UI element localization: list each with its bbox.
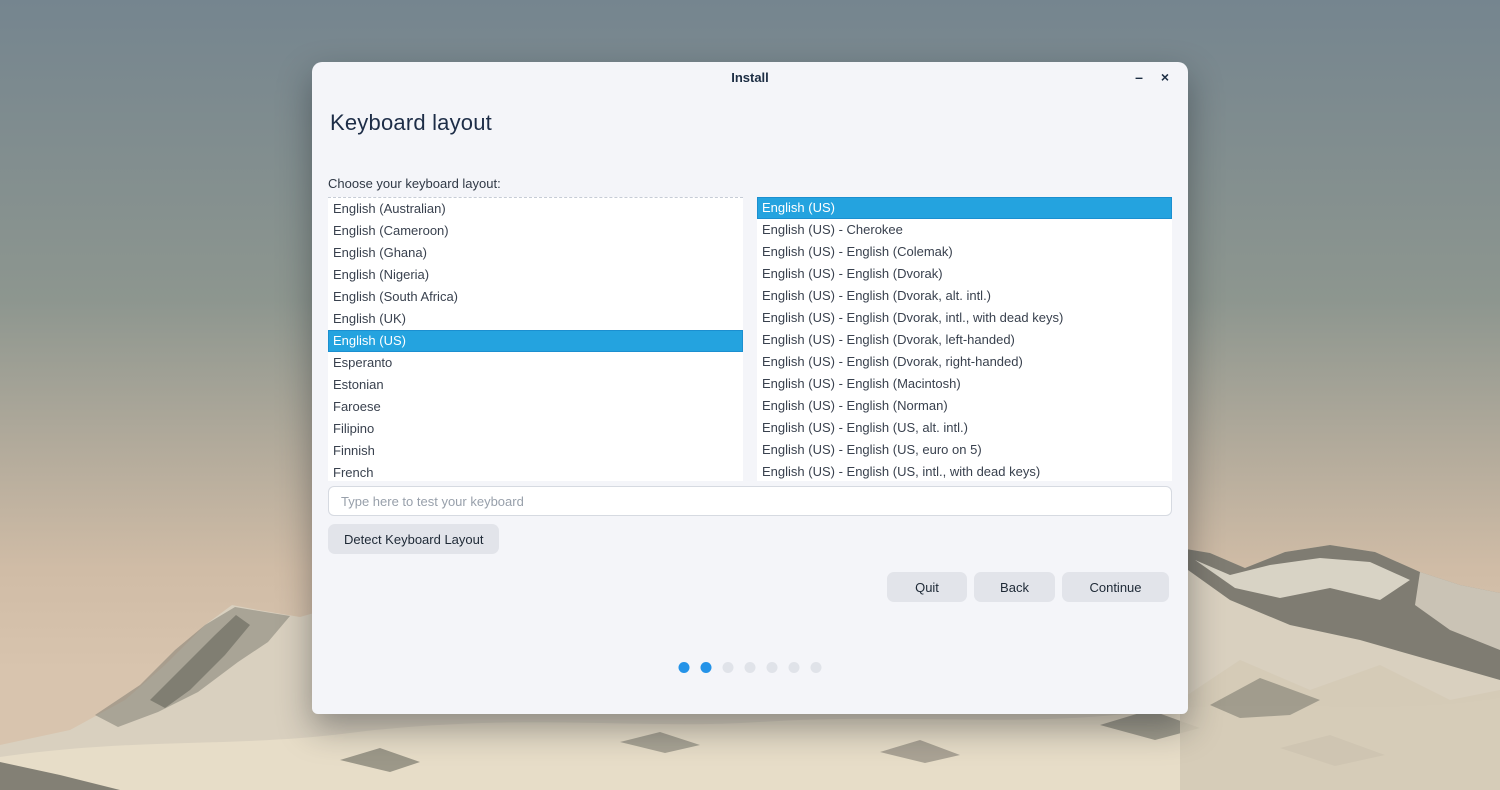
list-item[interactable]: Estonian bbox=[328, 374, 743, 396]
install-window: Install – × Keyboard layout Choose your … bbox=[312, 62, 1188, 714]
progress-dot bbox=[766, 662, 778, 673]
list-item[interactable]: English (US) - English (US, intl., with … bbox=[757, 461, 1172, 481]
list-item[interactable]: English (US) - English (US, euro on 5) bbox=[757, 439, 1172, 461]
list-item[interactable]: Esperanto bbox=[328, 352, 743, 374]
back-button[interactable]: Back bbox=[974, 572, 1055, 602]
keyboard-lists: English (Australian) English (Cameroon) En… bbox=[328, 197, 1172, 481]
list-item[interactable]: English (US) - Cherokee bbox=[757, 219, 1172, 241]
list-item[interactable]: English (US) bbox=[757, 197, 1172, 219]
list-item[interactable]: English (US) - English (Macintosh) bbox=[757, 373, 1172, 395]
list-item[interactable]: English (Ghana) bbox=[328, 242, 743, 264]
progress-dot bbox=[810, 662, 822, 673]
progress-dot bbox=[788, 662, 800, 673]
progress-dot bbox=[700, 662, 712, 673]
list-item[interactable]: Finnish bbox=[328, 440, 743, 462]
minimize-button[interactable]: – bbox=[1126, 64, 1152, 90]
list-item[interactable]: English (US) - English (Norman) bbox=[757, 395, 1172, 417]
progress-dots bbox=[678, 662, 822, 673]
list-item[interactable]: English (US) - English (Dvorak, left-han… bbox=[757, 329, 1172, 351]
list-item[interactable]: French bbox=[328, 462, 743, 481]
progress-dot bbox=[722, 662, 734, 673]
progress-dot bbox=[678, 662, 690, 673]
keyboard-variant-list[interactable]: English (US) English (US) - Cherokee Engli… bbox=[757, 197, 1172, 481]
list-item[interactable]: English (South Africa) bbox=[328, 286, 743, 308]
close-button[interactable]: × bbox=[1152, 64, 1178, 90]
progress-dot bbox=[744, 662, 756, 673]
list-item[interactable]: English (US) - English (Dvorak, right-ha… bbox=[757, 351, 1172, 373]
instruction-label: Choose your keyboard layout: bbox=[328, 176, 501, 191]
list-item[interactable]: English (US) - English (Dvorak, intl., w… bbox=[757, 307, 1172, 329]
window-title: Install bbox=[731, 70, 769, 85]
list-item[interactable]: Faroese bbox=[328, 396, 743, 418]
list-item[interactable]: English (US) - English (Dvorak, alt. int… bbox=[757, 285, 1172, 307]
nav-buttons: Quit Back Continue bbox=[887, 572, 1169, 602]
list-item[interactable]: English (US) - English (Colemak) bbox=[757, 241, 1172, 263]
list-item[interactable]: English (US) - English (Dvorak) bbox=[757, 263, 1172, 285]
window-controls: – × bbox=[1126, 62, 1178, 92]
list-item[interactable]: English (Cameroon) bbox=[328, 220, 743, 242]
quit-button[interactable]: Quit bbox=[887, 572, 967, 602]
list-item[interactable]: English (US) - English (US, alt. intl.) bbox=[757, 417, 1172, 439]
list-item[interactable]: English (Nigeria) bbox=[328, 264, 743, 286]
list-item[interactable]: English (UK) bbox=[328, 308, 743, 330]
list-item[interactable]: Filipino bbox=[328, 418, 743, 440]
continue-button[interactable]: Continue bbox=[1062, 572, 1169, 602]
detect-keyboard-layout-button[interactable]: Detect Keyboard Layout bbox=[328, 524, 500, 554]
keyboard-test-input[interactable] bbox=[328, 486, 1172, 516]
list-item[interactable]: English (Australian) bbox=[328, 198, 743, 220]
titlebar[interactable]: Install – × bbox=[312, 62, 1188, 92]
list-item[interactable]: English (US) bbox=[328, 330, 743, 352]
keyboard-layout-list[interactable]: English (Australian) English (Cameroon) En… bbox=[328, 197, 743, 481]
page-title: Keyboard layout bbox=[330, 110, 492, 135]
